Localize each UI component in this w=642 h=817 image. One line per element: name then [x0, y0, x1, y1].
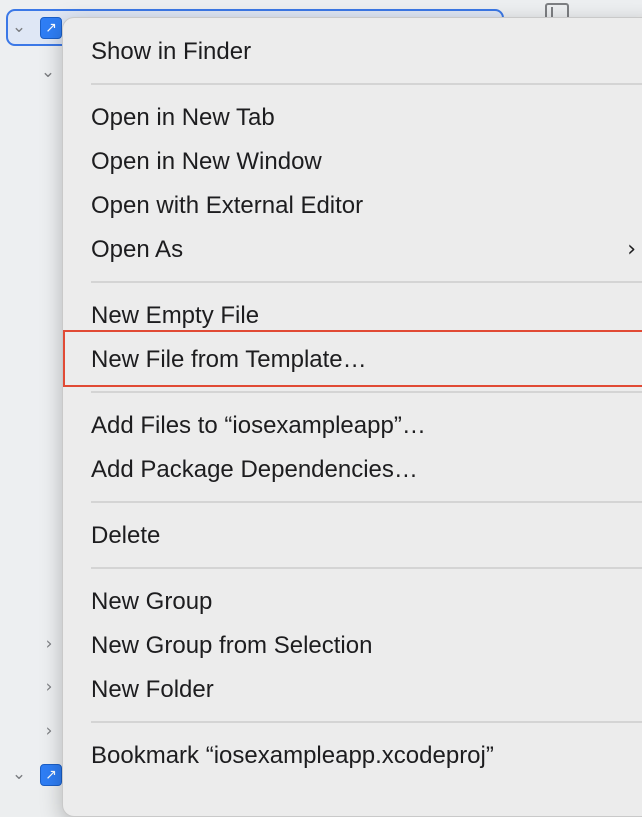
menu-separator: [91, 83, 642, 85]
menu-item-label: Show in Finder: [91, 38, 252, 65]
chevron-down-icon[interactable]: ⌄: [9, 764, 29, 784]
chevron-down-icon[interactable]: ⌄: [9, 17, 29, 37]
menu-item-open-in-new-tab[interactable]: Open in New Tab: [91, 100, 636, 136]
menu-item-show-in-finder[interactable]: Show in Finder: [91, 34, 636, 70]
menu-item-add-package-dependencies[interactable]: Add Package Dependencies…: [91, 452, 636, 488]
menu-item-new-group-from-selection[interactable]: New Group from Selection: [91, 628, 636, 664]
menu-item-label: Delete: [91, 522, 161, 549]
chevron-down-icon[interactable]: ⌄: [38, 62, 58, 82]
menu-separator: [91, 281, 642, 283]
menu-item-label: New Folder: [91, 676, 214, 703]
menu-separator: [91, 567, 642, 569]
menu-item-label: New Empty File: [91, 302, 260, 329]
menu-item-new-group[interactable]: New Group: [91, 584, 636, 620]
context-menu: Show in Finder Open in New Tab Open in N…: [62, 17, 642, 817]
menu-separator: [91, 501, 642, 503]
menu-item-open-with-external-editor[interactable]: Open with External Editor: [91, 188, 636, 224]
menu-item-label: Open As: [91, 236, 184, 263]
xcode-project-icon: ↗: [40, 17, 62, 39]
menu-item-bookmark[interactable]: Bookmark “iosexampleapp.xcodeproj”: [91, 738, 636, 774]
menu-item-label: Add Files to “iosexampleapp”…: [91, 412, 426, 439]
menu-item-label: Open in New Window: [91, 148, 322, 175]
chevron-right-icon[interactable]: ›: [39, 634, 59, 654]
chevron-right-icon[interactable]: ›: [39, 677, 59, 697]
menu-separator: [91, 391, 642, 393]
menu-item-label: New Group: [91, 588, 213, 615]
menu-item-label: Open with External Editor: [91, 192, 364, 219]
menu-item-label: Open in New Tab: [91, 104, 275, 131]
menu-item-new-empty-file[interactable]: New Empty File: [91, 298, 636, 334]
menu-item-label: Bookmark “iosexampleapp.xcodeproj”: [91, 742, 494, 769]
highlight-annotation: [63, 330, 642, 387]
menu-item-open-as[interactable]: Open As ›: [91, 232, 636, 268]
menu-item-add-files[interactable]: Add Files to “iosexampleapp”…: [91, 408, 636, 444]
chevron-right-icon: ›: [627, 237, 636, 262]
menu-item-delete[interactable]: Delete: [91, 518, 636, 554]
chevron-right-icon[interactable]: ›: [39, 721, 59, 741]
xcode-project-icon: ↗: [40, 764, 62, 786]
menu-item-label: Add Package Dependencies…: [91, 456, 418, 483]
menu-item-open-in-new-window[interactable]: Open in New Window: [91, 144, 636, 180]
menu-separator: [91, 721, 642, 723]
menu-item-new-folder[interactable]: New Folder: [91, 672, 636, 708]
menu-item-label: New Group from Selection: [91, 632, 373, 659]
menu-item-new-file-from-template[interactable]: New File from Template…: [63, 330, 642, 387]
